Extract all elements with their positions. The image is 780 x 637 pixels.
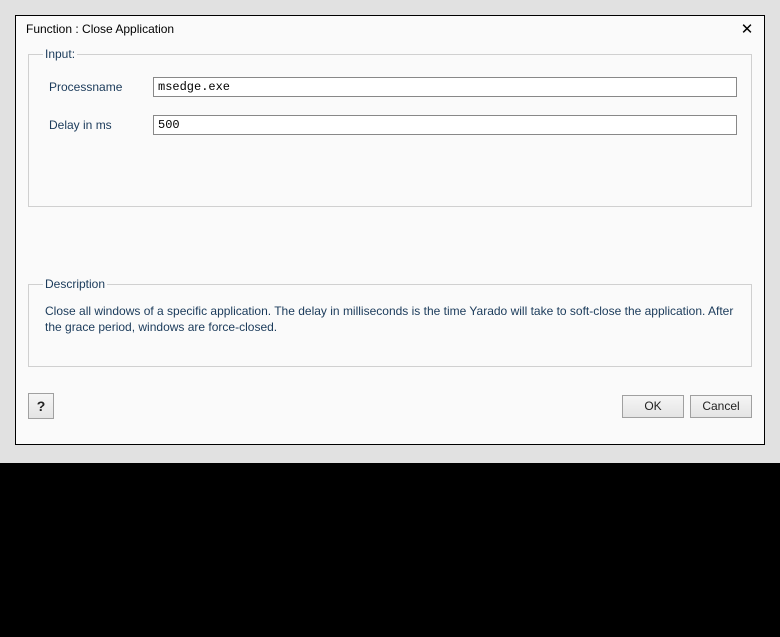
help-button[interactable]: ? xyxy=(28,393,54,419)
input-legend: Input: xyxy=(43,47,77,61)
ok-button[interactable]: OK xyxy=(622,395,684,418)
dialog-content: Input: Processname Delay in ms Descripti… xyxy=(16,41,764,391)
description-text: Close all windows of a specific applicat… xyxy=(43,301,737,337)
cancel-button[interactable]: Cancel xyxy=(690,395,752,418)
processname-label: Processname xyxy=(43,80,153,94)
delay-row: Delay in ms xyxy=(43,115,737,135)
titlebar: Function : Close Application ✕ xyxy=(16,16,764,41)
delay-label: Delay in ms xyxy=(43,118,153,132)
close-icon[interactable]: ✕ xyxy=(738,20,756,38)
processname-row: Processname xyxy=(43,77,737,97)
input-group: Input: Processname Delay in ms xyxy=(28,47,752,207)
button-row: ? OK Cancel xyxy=(16,391,764,419)
dialog-window: Function : Close Application ✕ Input: Pr… xyxy=(15,15,765,445)
window-title: Function : Close Application xyxy=(26,22,174,36)
description-legend: Description xyxy=(43,277,107,291)
description-group: Description Close all windows of a speci… xyxy=(28,277,752,367)
delay-input[interactable] xyxy=(153,115,737,135)
processname-input[interactable] xyxy=(153,77,737,97)
